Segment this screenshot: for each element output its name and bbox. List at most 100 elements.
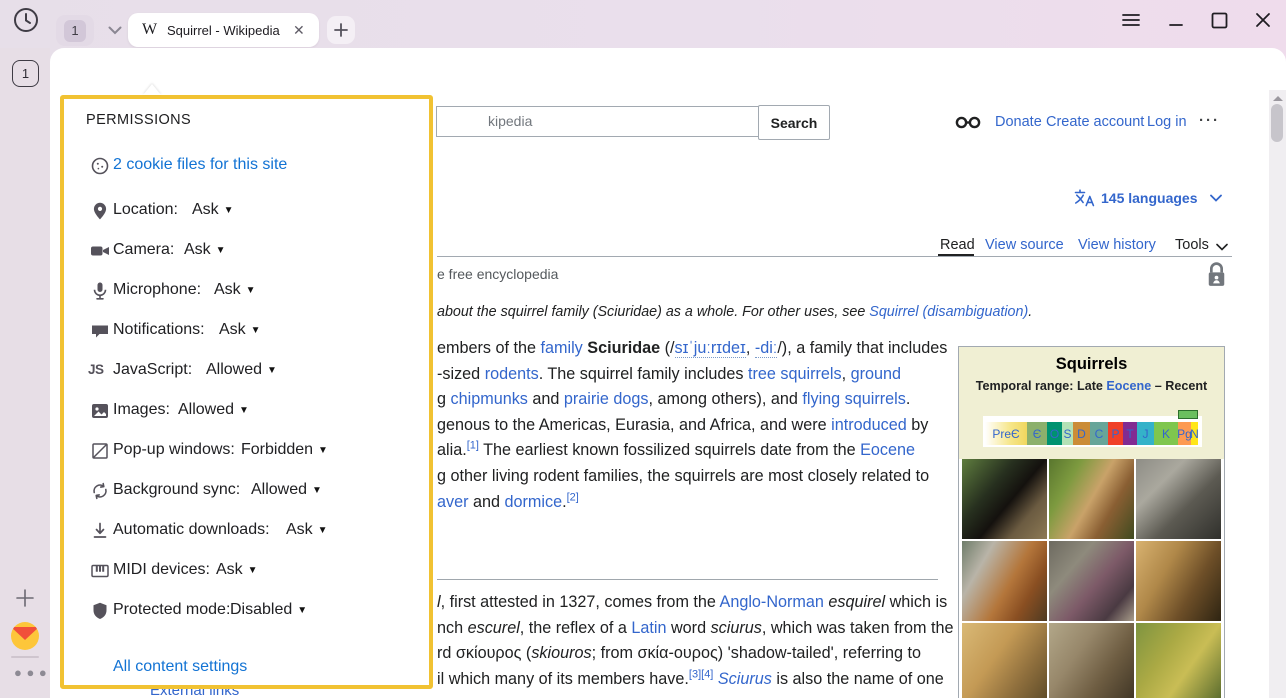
permission-dropdown[interactable]: Ask▼ <box>192 201 234 219</box>
timeline-segment[interactable]: D <box>1073 422 1090 445</box>
tab-view-history[interactable]: View history <box>1078 237 1156 253</box>
sidebar-tab-counter[interactable]: 1 <box>12 60 39 87</box>
squirrel-photo-gray[interactable] <box>1136 459 1221 539</box>
squirrel-photo-marmots[interactable] <box>1049 623 1134 698</box>
image-icon <box>90 401 110 421</box>
text-segment: and <box>469 493 505 511</box>
wiki-link[interactable]: -diː <box>755 339 778 358</box>
wiki-link[interactable]: aver <box>437 493 469 511</box>
wiki-link[interactable]: Eocene <box>860 441 915 459</box>
timeline-segment[interactable]: S <box>1062 422 1073 445</box>
sidebar-add-icon[interactable] <box>14 587 36 609</box>
permission-dropdown[interactable]: Allowed▼ <box>178 401 249 419</box>
permission-dropdown[interactable]: Forbidden▼ <box>241 441 328 459</box>
text-segment: . The squirrel family includes <box>539 365 748 383</box>
permission-dropdown[interactable]: Allowed▼ <box>251 481 322 499</box>
timeline-segment[interactable]: T <box>1123 422 1137 445</box>
wiki-link[interactable]: [2] <box>567 491 579 503</box>
tab-group-count: 1 <box>64 20 86 42</box>
wiki-link[interactable]: rodents <box>485 365 539 383</box>
tab-tools[interactable]: Tools <box>1175 237 1209 253</box>
header-more-icon[interactable]: ··· <box>1199 112 1220 129</box>
browser-tab[interactable]: W Squirrel - Wikipedia ✕ <box>128 13 319 47</box>
text-segment: Sciuridae <box>587 339 660 357</box>
timeline-segment[interactable]: Pg <box>1178 422 1191 445</box>
wiki-link[interactable]: prairie dogs <box>564 390 649 408</box>
cookie-files-link[interactable]: 2 cookie files for this site <box>113 156 287 174</box>
timeline-segment[interactable]: N <box>1191 422 1198 445</box>
hatnote: about the squirrel family (Sciuridae) as… <box>437 304 1032 320</box>
wiki-link[interactable]: introduced <box>831 416 907 434</box>
squirrel-photo-prairie-dogs[interactable] <box>1136 623 1221 698</box>
wiki-link[interactable]: family <box>540 339 582 357</box>
wiki-link[interactable]: [3][4] <box>689 668 713 680</box>
text-segment: and <box>528 390 564 408</box>
wiki-link[interactable]: Latin <box>631 619 666 637</box>
tab-read[interactable]: Read <box>940 237 975 253</box>
tab-view-source[interactable]: View source <box>985 237 1064 253</box>
wiki-link[interactable]: Sciurus <box>718 670 772 688</box>
wiki-link[interactable]: chipmunks <box>451 390 528 408</box>
text-segment: esquirel <box>828 593 885 611</box>
page-scrollbar[interactable] <box>1269 90 1286 698</box>
permission-dropdown[interactable]: Disabled▼ <box>230 601 307 619</box>
yandex-mail-icon[interactable] <box>11 622 39 650</box>
tab-group-chevron-icon[interactable] <box>98 15 132 46</box>
languages-count-link[interactable]: 145 languages <box>1101 190 1198 206</box>
minimize-icon[interactable] <box>1166 10 1186 30</box>
close-window-icon[interactable] <box>1253 10 1273 30</box>
timeline-segment[interactable]: K <box>1154 422 1178 445</box>
squirrel-photo-black-giant[interactable] <box>962 459 1047 539</box>
wiki-link[interactable]: [1] <box>467 440 479 452</box>
permission-dropdown[interactable]: Ask▼ <box>219 321 261 339</box>
languages-chevron-icon[interactable] <box>1210 194 1222 202</box>
timeline-segment[interactable]: P <box>1108 422 1123 445</box>
all-content-settings-link[interactable]: All content settings <box>113 658 247 676</box>
permission-dropdown[interactable]: Ask▼ <box>184 241 226 259</box>
timeline-segment[interactable]: PreЄ <box>985 422 1027 445</box>
timeline-segment[interactable]: O <box>1047 422 1062 445</box>
wiki-link[interactable]: tree squirrels <box>748 365 842 383</box>
wiki-link[interactable]: flying squirrels <box>802 390 905 408</box>
wiki-link[interactable]: ground <box>851 365 901 383</box>
panel-title: PERMISSIONS <box>86 112 191 128</box>
wiki-link[interactable]: sɪˈjuːrɪdeɪ <box>675 339 746 358</box>
permission-dropdown[interactable]: Ask▼ <box>286 521 328 539</box>
permission-dropdown[interactable]: Allowed▼ <box>206 361 277 379</box>
menu-hamburger-icon[interactable] <box>1121 10 1141 30</box>
squirrel-photo-rock[interactable] <box>1049 541 1134 621</box>
scrollbar-up-arrow[interactable] <box>1273 96 1283 101</box>
tab-group-badge[interactable]: 1 <box>56 15 94 46</box>
appearance-glasses-icon[interactable] <box>955 115 981 130</box>
permission-dropdown[interactable]: Ask▼ <box>214 281 256 299</box>
scrollbar-thumb[interactable] <box>1271 104 1283 142</box>
text-segment: . <box>1028 304 1032 320</box>
squirrel-photo-fox[interactable] <box>962 541 1047 621</box>
timeline-range-marker <box>1178 410 1198 419</box>
squirrel-photo-ground[interactable] <box>1136 541 1221 621</box>
timeline-segment[interactable]: J <box>1137 422 1154 445</box>
language-icon <box>1074 188 1096 208</box>
wiki-search-button[interactable]: Search <box>758 105 830 140</box>
new-tab-button[interactable] <box>327 16 355 44</box>
intro-paragraph: embers of the family Sciuridae (/sɪˈjuːr… <box>437 336 947 515</box>
wiki-link[interactable]: Eocene <box>1106 379 1151 393</box>
timeline-segment[interactable]: C <box>1090 422 1108 445</box>
squirrel-photo-chipmunk[interactable] <box>1049 459 1134 539</box>
timeline-segment[interactable]: Є <box>1027 422 1047 445</box>
maximize-icon[interactable] <box>1209 10 1229 30</box>
tab-close-icon[interactable]: ✕ <box>293 22 305 39</box>
permission-dropdown[interactable]: Ask▼ <box>216 561 258 579</box>
permission-row-background-sync: Background sync: Allowed▼ <box>64 480 429 504</box>
tools-chevron-icon[interactable] <box>1216 243 1228 251</box>
donate-link[interactable]: Donate <box>995 114 1042 130</box>
squirrel-photo-xerus-pair[interactable] <box>962 623 1047 698</box>
history-clock-icon[interactable] <box>13 7 39 33</box>
wiki-search-input[interactable]: kipedia <box>436 106 812 137</box>
wiki-link[interactable]: dormice <box>505 493 563 511</box>
wiki-link[interactable]: Squirrel (disambiguation) <box>869 304 1028 320</box>
login-link[interactable]: Log in <box>1147 114 1187 130</box>
sidebar-more-icon[interactable]: ● ● ● <box>14 665 48 680</box>
wiki-link[interactable]: Anglo-Norman <box>720 593 824 611</box>
create-account-link[interactable]: Create account <box>1046 114 1144 130</box>
